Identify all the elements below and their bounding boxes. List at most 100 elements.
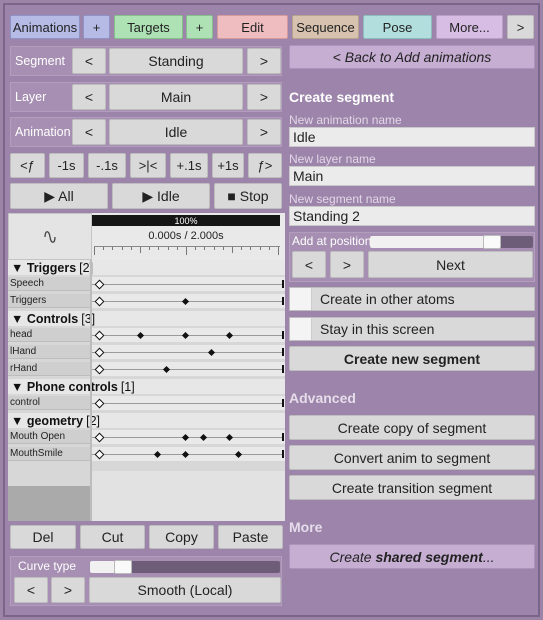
new-animation-name-input[interactable]: Idle	[289, 127, 535, 147]
keyframe-marker[interactable]	[235, 450, 243, 458]
prev-keyframe-button[interactable]: <ƒ	[10, 153, 45, 178]
track-group-header[interactable]: ▼ geometry [2]	[8, 413, 285, 428]
add-at-position-slider-handle[interactable]	[483, 235, 502, 249]
position-prev-button[interactable]: <	[292, 251, 326, 278]
layer-next-button[interactable]: >	[247, 84, 281, 110]
stay-in-this-screen-checkbox[interactable]	[290, 318, 312, 340]
position-next-button[interactable]: >	[330, 251, 364, 278]
curve-wave-icon[interactable]	[8, 213, 92, 260]
tab-more[interactable]: More...	[436, 15, 503, 39]
create-shared-segment-button[interactable]: Create shared segment...	[289, 544, 535, 569]
keyframe-marker[interactable]	[200, 433, 208, 441]
segment-prev-button[interactable]: <	[72, 48, 106, 74]
track-label[interactable]: control	[8, 396, 90, 410]
keyframe-marker[interactable]	[226, 331, 234, 339]
create-in-other-atoms-checkbox[interactable]	[290, 288, 312, 310]
create-copy-of-segment-button[interactable]: Create copy of segment	[289, 415, 535, 440]
keyframe-marker[interactable]	[207, 348, 215, 356]
track-lane[interactable]	[92, 294, 285, 308]
track-lane[interactable]	[92, 396, 285, 410]
track-group-header[interactable]: ▼ Phone controls [1]	[8, 379, 285, 394]
track-lane[interactable]	[92, 447, 285, 461]
track-label[interactable]: head	[8, 328, 90, 342]
track-group-header[interactable]: ▼ Triggers [2]	[8, 260, 285, 275]
track-group-header[interactable]: ▼ Controls [3]	[8, 311, 285, 326]
add-target-button[interactable]: +	[186, 15, 213, 39]
convert-anim-to-segment-button[interactable]: Convert anim to segment	[289, 445, 535, 470]
track-label[interactable]: lHand	[8, 345, 90, 359]
tab-sequence[interactable]: Sequence	[292, 15, 359, 39]
keyframe-marker[interactable]	[181, 297, 189, 305]
animation-prev-button[interactable]: <	[72, 119, 106, 145]
minus-1s-button[interactable]: -1s	[49, 153, 84, 178]
keyframe-marker[interactable]	[94, 432, 105, 442]
track-lane[interactable]	[92, 362, 285, 376]
plus-1s-button[interactable]: +1s	[212, 153, 244, 178]
track-lane[interactable]	[92, 345, 285, 359]
copy-button[interactable]: Copy	[149, 525, 214, 549]
position-dropdown[interactable]: Next	[368, 251, 533, 278]
animation-dropdown[interactable]: Idle	[109, 119, 243, 145]
create-new-segment-button[interactable]: Create new segment	[289, 346, 535, 371]
segment-dropdown[interactable]: Standing	[109, 48, 243, 74]
keyframe-marker[interactable]	[94, 279, 105, 289]
minus-tenth-second-button[interactable]: -.1s	[88, 153, 126, 178]
create-transition-segment-button[interactable]: Create transition segment	[289, 475, 535, 500]
keyframe-marker[interactable]	[94, 296, 105, 306]
track-label[interactable]: Mouth Open	[8, 430, 90, 444]
segment-next-button[interactable]: >	[247, 48, 281, 74]
tabs-scroll-next-button[interactable]: >	[507, 15, 534, 39]
keyframe-marker[interactable]	[181, 331, 189, 339]
animation-next-button[interactable]: >	[247, 119, 281, 145]
keyframe-marker[interactable]	[94, 449, 105, 459]
play-all-button[interactable]: ▶ All	[10, 183, 108, 209]
layer-dropdown[interactable]: Main	[109, 84, 243, 110]
keyframe-marker[interactable]	[163, 365, 171, 373]
tab-targets[interactable]: Targets	[114, 15, 183, 39]
add-animation-button[interactable]: +	[83, 15, 110, 39]
keyframe-marker[interactable]	[137, 331, 145, 339]
layer-prev-button[interactable]: <	[72, 84, 106, 110]
back-to-add-animations-button[interactable]: < Back to Add animations	[289, 45, 535, 69]
keyframe-marker[interactable]	[154, 450, 162, 458]
track-label[interactable]: MouthSmile	[8, 447, 90, 461]
track-lane[interactable]	[92, 277, 285, 291]
new-animation-name-label: New animation name	[289, 113, 402, 127]
snap-button[interactable]: >|<	[130, 153, 166, 178]
keyframe-marker[interactable]	[94, 347, 105, 357]
paste-button[interactable]: Paste	[218, 525, 283, 549]
track-label[interactable]: rHand	[8, 362, 90, 376]
track-lane[interactable]	[92, 430, 285, 444]
keyframe-marker[interactable]	[181, 433, 189, 441]
track-lane[interactable]	[92, 328, 285, 342]
track-label[interactable]: Speech	[8, 277, 90, 291]
plus-tenth-second-button[interactable]: +.1s	[170, 153, 208, 178]
curve-type-next-button[interactable]: >	[51, 577, 85, 603]
new-segment-name-input[interactable]: Standing 2	[289, 206, 535, 226]
keyframe-marker[interactable]	[181, 450, 189, 458]
tab-animations[interactable]: Animations	[10, 15, 80, 39]
create-in-other-atoms-toggle[interactable]: Create in other atoms	[289, 287, 535, 311]
track-group-count: [1]	[120, 379, 135, 394]
track-label[interactable]: Triggers	[8, 294, 90, 308]
delete-button[interactable]: Del	[10, 525, 76, 549]
keyframe-marker[interactable]	[226, 433, 234, 441]
zoom-bar[interactable]: 100%	[92, 215, 280, 226]
track-group-count: [2]	[86, 413, 101, 428]
next-keyframe-button[interactable]: ƒ>	[248, 153, 282, 178]
curve-type-slider-handle[interactable]	[114, 560, 132, 574]
new-layer-name-input[interactable]: Main	[289, 166, 535, 186]
stay-in-this-screen-toggle[interactable]: Stay in this screen	[289, 317, 535, 341]
curve-type-prev-button[interactable]: <	[14, 577, 48, 603]
cut-button[interactable]: Cut	[80, 525, 145, 549]
stop-button[interactable]: ■ Stop	[214, 183, 282, 209]
curve-type-dropdown[interactable]: Smooth (Local)	[89, 577, 281, 603]
timeline-scrubber[interactable]: 100% 0.000s / 2.000s	[92, 213, 285, 260]
keyframe-marker[interactable]	[94, 330, 105, 340]
tab-edit[interactable]: Edit	[217, 15, 288, 39]
tab-pose[interactable]: Pose	[363, 15, 432, 39]
keyframe-marker[interactable]	[94, 398, 105, 408]
keyframe-marker[interactable]	[94, 364, 105, 374]
timeline-panel: 100% 0.000s / 2.000s ▼ Triggers [2] Speech…	[8, 213, 285, 521]
play-idle-button[interactable]: ▶ Idle	[112, 183, 210, 209]
